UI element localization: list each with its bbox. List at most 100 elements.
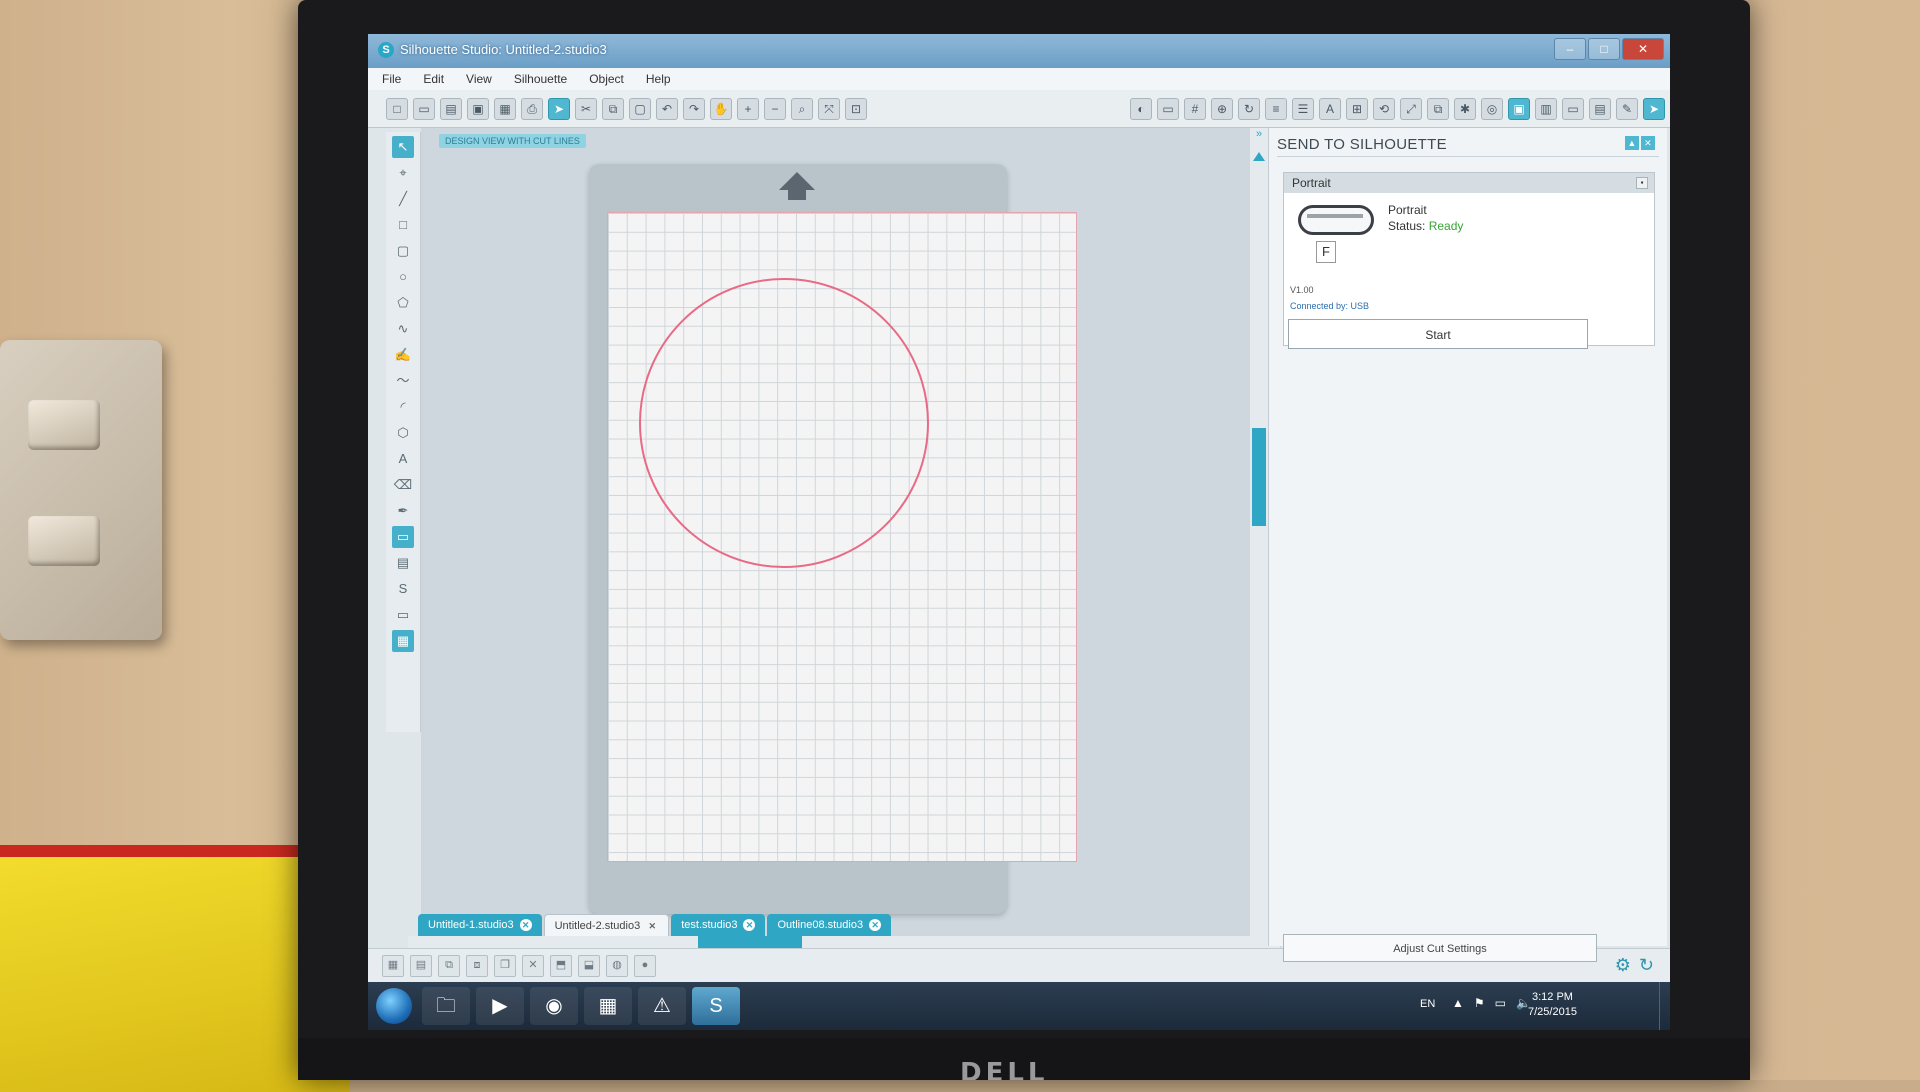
scale-icon[interactable]: ⤢ — [1400, 97, 1422, 120]
maximize-button[interactable]: □ — [1588, 38, 1620, 60]
panel-pin-icon[interactable]: ✕ — [1641, 136, 1655, 150]
explorer-icon[interactable]: 🗀 — [422, 987, 470, 1025]
registration-icon[interactable]: ⊕ — [1211, 97, 1233, 120]
weld-icon[interactable]: ◍ — [606, 954, 628, 977]
vertical-scrollbar[interactable] — [1250, 128, 1268, 974]
new-file-icon[interactable]: □ — [386, 97, 408, 120]
rotate-icon[interactable]: ↻ — [1238, 97, 1260, 120]
network-icon[interactable]: ▭ — [1495, 996, 1506, 1010]
circle-shape[interactable] — [639, 278, 929, 568]
ellipse-tool-icon[interactable]: ○ — [392, 266, 414, 288]
regular-polygon-tool-icon[interactable]: ⬡ — [392, 422, 414, 444]
window-titlebar[interactable]: S Silhouette Studio: Untitled-2.studio3 … — [368, 34, 1670, 68]
tab-close-icon[interactable]: ✕ — [519, 919, 532, 931]
start-button-icon[interactable] — [376, 988, 412, 1024]
open-file-icon[interactable]: ▭ — [413, 97, 435, 120]
store-tool-icon[interactable]: S — [392, 578, 414, 600]
system-clock[interactable]: 3:12 PM 7/25/2015 — [1528, 990, 1577, 1020]
copy-icon[interactable]: ⧉ — [602, 97, 624, 120]
menu-view[interactable]: View — [466, 68, 492, 90]
curve-tool-icon[interactable]: ∿ — [392, 318, 414, 340]
menu-silhouette[interactable]: Silhouette — [514, 68, 567, 90]
text-tool-icon[interactable]: A — [392, 448, 414, 470]
drag-zoom-icon[interactable]: ⤧ — [818, 97, 840, 120]
line-color-icon[interactable]: ≡ — [1265, 97, 1287, 120]
zoom-in-icon[interactable]: + — [737, 97, 759, 120]
page-setup-icon[interactable]: ▭ — [1157, 97, 1179, 120]
menu-edit[interactable]: Edit — [423, 68, 444, 90]
paper-page[interactable] — [607, 212, 1077, 862]
knife-tool-icon[interactable]: ✒ — [392, 500, 414, 522]
chrome-icon[interactable]: ◉ — [530, 987, 578, 1025]
vertical-scroll-thumb[interactable] — [1252, 428, 1266, 526]
send-to-silhouette-icon[interactable]: ➤ — [548, 97, 570, 120]
action-center-icon[interactable]: ⚑ — [1474, 996, 1485, 1010]
card-collapse-icon[interactable]: ▪ — [1636, 177, 1648, 189]
trace-icon[interactable]: ▣ — [1508, 97, 1530, 120]
fit-to-page-icon[interactable]: ⊡ — [845, 97, 867, 120]
cut-icon[interactable]: ✂ — [575, 97, 597, 120]
library-view-icon[interactable]: ▦ — [392, 630, 414, 652]
doc-tab-untitled-2[interactable]: Untitled-2.studio3 ✕ — [543, 914, 670, 937]
doc-tab-test[interactable]: test.studio3 ✕ — [671, 914, 766, 936]
save-as-icon[interactable]: ▦ — [494, 97, 516, 120]
offset-icon[interactable]: ◎ — [1481, 97, 1503, 120]
save-icon[interactable]: ▣ — [467, 97, 489, 120]
rectangle-tool-icon[interactable]: □ — [392, 214, 414, 236]
freehand-tool-icon[interactable]: ✍ — [392, 344, 414, 366]
scroll-up-icon[interactable] — [1253, 152, 1265, 161]
point-edit-tool-icon[interactable]: ⌖ — [392, 162, 414, 184]
layers-icon[interactable]: ▤ — [1589, 97, 1611, 120]
minimize-button[interactable]: – — [1554, 38, 1586, 60]
line-tool-icon[interactable]: ╱ — [392, 188, 414, 210]
send-backward-icon[interactable]: ⬓ — [578, 954, 600, 977]
app-icon[interactable]: ▦ — [584, 987, 632, 1025]
language-indicator[interactable]: EN — [1420, 998, 1435, 1010]
ungroup-icon[interactable]: ▤ — [410, 954, 432, 977]
undo-icon[interactable]: ↶ — [656, 97, 678, 120]
arc-tool-icon[interactable]: ◜ — [392, 396, 414, 418]
send-panel-icon[interactable]: ➤ — [1643, 97, 1665, 120]
sketch-icon[interactable]: ✎ — [1616, 97, 1638, 120]
media-player-icon[interactable]: ▶ — [476, 987, 524, 1025]
tab-close-icon[interactable]: ✕ — [869, 919, 882, 931]
show-desktop-button[interactable] — [1659, 982, 1670, 1030]
grid-icon[interactable]: # — [1184, 97, 1206, 120]
tab-close-icon[interactable]: ✕ — [743, 919, 756, 931]
close-button[interactable]: ✕ — [1622, 38, 1664, 60]
polygon-tool-icon[interactable]: ⬠ — [392, 292, 414, 314]
tray-expand-icon[interactable]: ▲ — [1452, 996, 1464, 1010]
select-tool-icon[interactable]: ↖ — [392, 136, 414, 158]
text-style-icon[interactable]: A — [1319, 97, 1341, 120]
fill-color-icon[interactable]: ◐ — [1130, 97, 1152, 120]
horizontal-scrollbar[interactable] — [408, 936, 1280, 948]
redo-icon[interactable]: ↷ — [683, 97, 705, 120]
line-style-icon[interactable]: ☰ — [1292, 97, 1314, 120]
duplicate-icon[interactable]: ❐ — [494, 954, 516, 977]
tab-close-icon[interactable]: ✕ — [646, 920, 658, 932]
horizontal-scroll-thumb[interactable] — [698, 936, 802, 948]
align-icon[interactable]: ⊞ — [1346, 97, 1368, 120]
refresh-icon[interactable]: ↻ — [1639, 955, 1654, 976]
modify-icon[interactable]: ✱ — [1454, 97, 1476, 120]
bring-forward-icon[interactable]: ⬒ — [550, 954, 572, 977]
menu-file[interactable]: File — [382, 68, 401, 90]
start-button[interactable]: Start — [1288, 319, 1588, 349]
zoom-select-icon[interactable]: ⌕ — [791, 97, 813, 120]
delete-icon[interactable]: ✕ — [522, 954, 544, 977]
warning-icon[interactable]: ⚠ — [638, 987, 686, 1025]
doc-tab-untitled-1[interactable]: Untitled-1.studio3 ✕ — [418, 914, 542, 936]
menu-help[interactable]: Help — [646, 68, 671, 90]
settings-gear-icon[interactable]: ⚙ — [1615, 955, 1631, 976]
panel-expand-icon[interactable]: » — [1250, 128, 1268, 142]
pan-icon[interactable]: ✋ — [710, 97, 732, 120]
menu-object[interactable]: Object — [589, 68, 624, 90]
replicate-icon[interactable]: ⧉ — [1427, 97, 1449, 120]
rounded-rectangle-tool-icon[interactable]: ▢ — [392, 240, 414, 262]
offset-quick-icon[interactable]: ● — [634, 954, 656, 977]
design-view-icon[interactable]: ▭ — [392, 604, 414, 626]
adjust-cut-settings-button[interactable]: Adjust Cut Settings — [1283, 934, 1597, 962]
silhouette-icon[interactable]: S — [692, 987, 740, 1025]
release-compound-icon[interactable]: ⧈ — [466, 954, 488, 977]
zoom-out-icon[interactable]: − — [764, 97, 786, 120]
